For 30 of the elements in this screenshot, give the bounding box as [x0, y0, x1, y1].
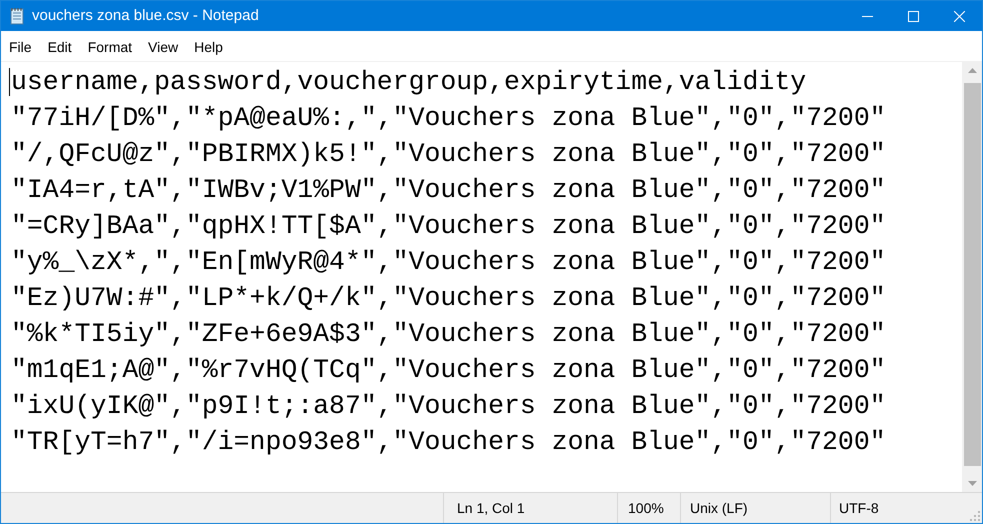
- text-line: "77iH/[D%","*pA@eaU%:,","Vouchers zona Blue","0","7200": [11, 102, 886, 135]
- zoom-level: 100%: [628, 498, 664, 518]
- resize-grip-icon: [970, 511, 980, 521]
- menu-item[interactable]: Help: [186, 37, 231, 58]
- text-line: "%k*TI5iy","ZFe+6e9A$3","Vouchers zona Blue","0","7200": [11, 318, 886, 351]
- cursor-position: Ln 1, Col 1: [457, 498, 525, 518]
- text-line: "TR[yT=h7","/i=npo93e8","Vouchers zona Blue","0","7200": [11, 426, 886, 459]
- scrollbar-thumb[interactable]: [964, 83, 980, 466]
- text-cursor: [9, 68, 10, 96]
- text-line: "m1qE1;A@","%r7vHQ(TCq","Vouchers zona Blue","0","7200": [11, 354, 886, 387]
- line-ending: Unix (LF): [690, 498, 748, 518]
- menu-item[interactable]: Edit: [40, 37, 80, 58]
- text-line: username,password,vouchergroup,expirytime,validity: [11, 66, 806, 99]
- text-line: "/,QFcU@z","PBIRMX)k5!","Vouchers zona Blue","0","7200": [11, 138, 886, 171]
- encoding: UTF-8: [839, 498, 879, 518]
- text-line: "ixU(yIK@","p9I!t;:a87","Vouchers zona Blue","0","7200": [11, 390, 886, 423]
- maximize-icon: [908, 10, 918, 22]
- vertical-scrollbar[interactable]: [962, 62, 982, 492]
- menu-item[interactable]: File: [1, 37, 40, 58]
- menu-item[interactable]: Format: [80, 37, 140, 58]
- scroll-down-icon: [968, 481, 976, 486]
- text-line: "Ez)U7W:#","LP*+k/Q+/k","Vouchers zona Blue","0","7200": [11, 282, 886, 315]
- menu-item[interactable]: View: [140, 37, 186, 58]
- text-line: "y%_\zX*,","En[mWyR@4*","Vouchers zona Blue","0","7200": [11, 246, 886, 279]
- scroll-up-icon: [968, 68, 976, 73]
- notepad-icon: [9, 7, 25, 25]
- window-title: vouchers zona blue.csv - Notepad: [32, 6, 259, 26]
- close-icon: [954, 10, 964, 22]
- text-line: "IA4=r,tA","IWBv;V1%PW","Vouchers zona Blue","0","7200": [11, 174, 886, 207]
- text-line: "=CRy]BAa","qpHX!TT[$A","Vouchers zona Blue","0","7200": [11, 210, 886, 243]
